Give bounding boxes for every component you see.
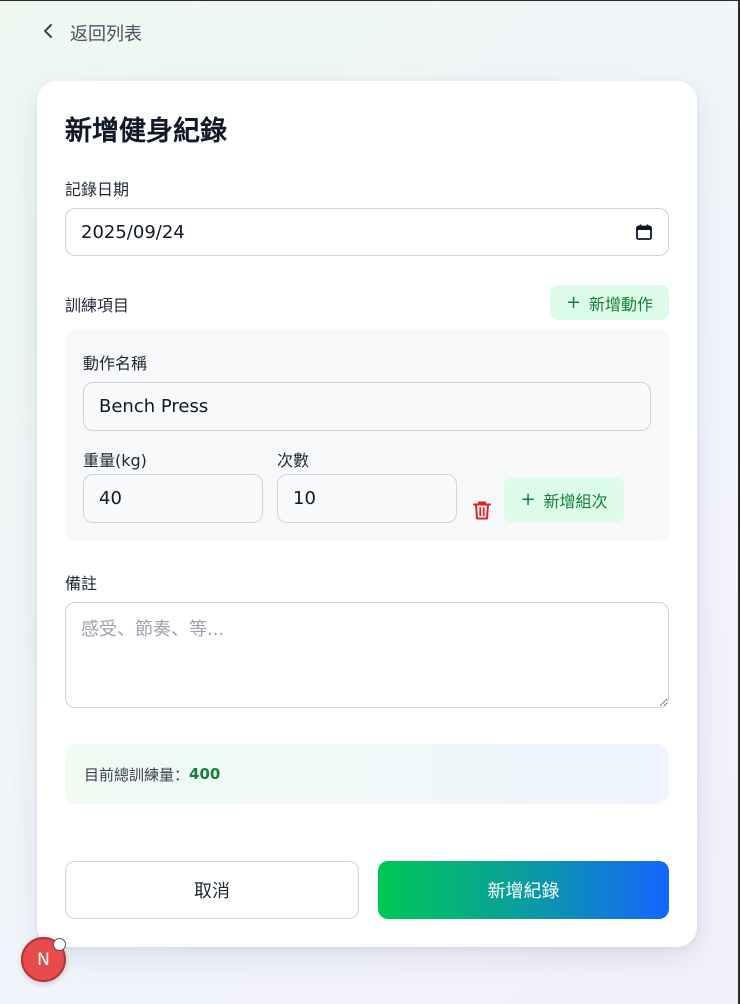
reps-label: 次數	[277, 451, 310, 470]
back-link-label: 返回列表	[70, 24, 142, 45]
total-volume-label: 目前總訓練量：	[84, 765, 190, 784]
badge-status-dot	[53, 938, 66, 951]
plus-icon: +	[565, 291, 582, 313]
add-exercise-label: 新增動作	[589, 294, 654, 314]
date-value: 2025/09/24	[81, 221, 185, 243]
submit-record-button[interactable]: 新增紀錄	[378, 861, 669, 919]
exercise-name-value: Bench Press	[99, 396, 209, 417]
cancel-button[interactable]: 取消	[65, 861, 359, 919]
fitness-record-form-card: 新增健身紀錄 記錄日期 2025/09/24 訓練項目 + 新增動作 動作名稱 …	[37, 81, 697, 947]
plus-icon: +	[520, 489, 536, 510]
chevron-left-icon	[40, 23, 56, 43]
exercises-label: 訓練項目	[65, 296, 130, 315]
window-edge-top	[0, 0, 740, 1]
page-title: 新增健身紀錄	[65, 116, 227, 147]
date-input[interactable]: 2025/09/24	[65, 208, 669, 256]
trash-icon[interactable]	[471, 499, 495, 523]
total-volume-summary: 目前總訓練量： 400	[65, 744, 669, 804]
weight-input[interactable]: 40	[83, 474, 263, 523]
weight-label: 重量(kg)	[83, 451, 147, 470]
total-volume-value: 400	[189, 765, 221, 783]
badge-letter: N	[37, 949, 50, 970]
notes-textarea[interactable]	[65, 602, 669, 708]
calendar-icon[interactable]	[635, 223, 653, 241]
cancel-button-label: 取消	[194, 881, 230, 902]
submit-button-label: 新增紀錄	[487, 881, 560, 902]
weight-value: 40	[99, 488, 122, 509]
add-exercise-button[interactable]: + 新增動作	[550, 285, 669, 320]
exercise-name-input[interactable]: Bench Press	[83, 382, 651, 431]
exercise-name-label: 動作名稱	[83, 354, 148, 373]
back-to-list-link[interactable]: 返回列表	[40, 20, 142, 46]
notes-label: 備註	[65, 574, 98, 593]
exercise-item: 動作名稱 Bench Press 重量(kg) 次數 40 10 + 新增組次	[65, 330, 669, 541]
add-set-button[interactable]: + 新增組次	[504, 478, 624, 522]
add-set-label: 新增組次	[543, 492, 608, 511]
date-label: 記錄日期	[65, 180, 130, 199]
reps-value: 10	[293, 488, 316, 509]
reps-input[interactable]: 10	[277, 474, 457, 523]
